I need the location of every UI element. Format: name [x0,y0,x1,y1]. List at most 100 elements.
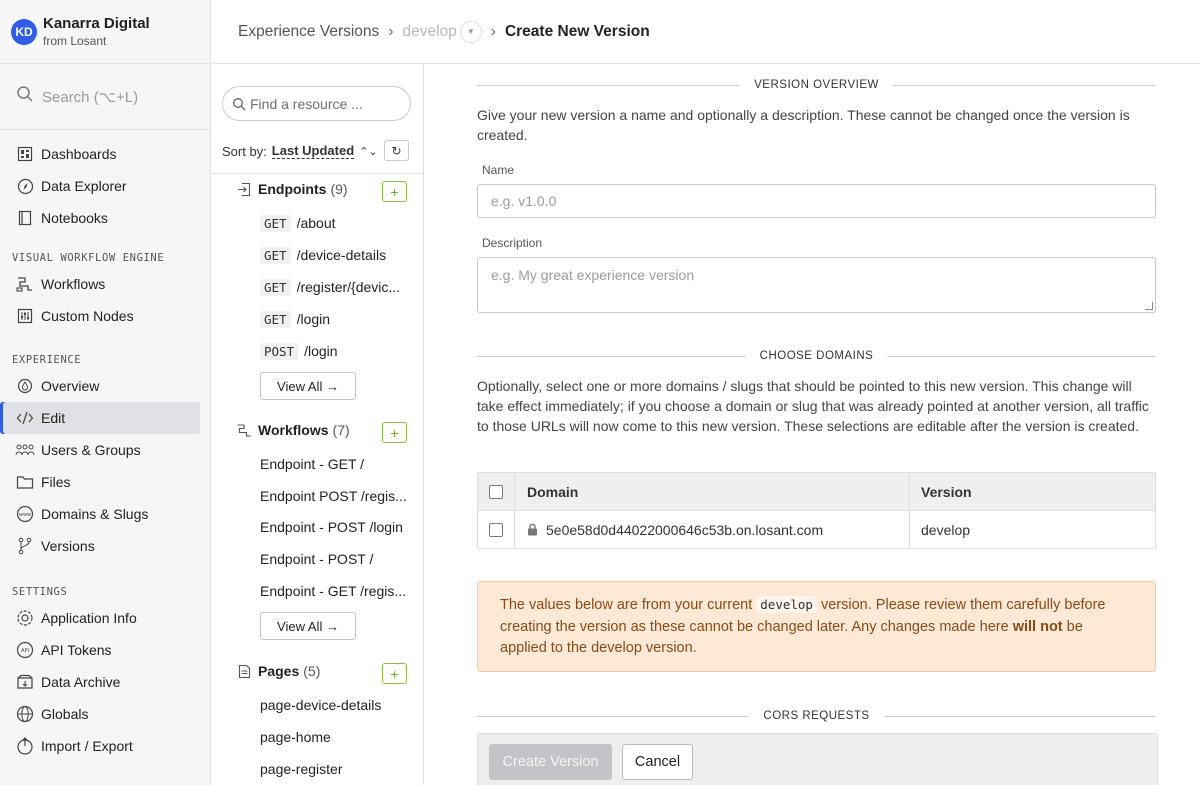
endpoint-item[interactable]: GET/register/{devic... [260,276,410,298]
endpoint-path: /login [296,311,331,327]
nav-item-import-export[interactable]: Import / Export [0,730,200,762]
section-pages[interactable]: Pages (5) [236,663,320,679]
nav-heading-settings: SETTINGS [12,586,68,598]
svg-text:API: API [21,648,29,654]
notebook-icon [15,209,35,227]
plus-icon: + [390,665,399,682]
nav-item-files[interactable]: Files [0,466,200,498]
section-count: (5) [303,663,321,679]
resource-search-input[interactable]: Find a resource ... [222,86,411,121]
nav-item-notebooks[interactable]: Notebooks [0,202,200,234]
workflow-item[interactable]: Endpoint - GET / [260,453,410,475]
sliders-icon [15,307,35,325]
nav-label: Files [41,474,71,490]
nav-item-api-tokens[interactable]: API API Tokens [0,634,200,666]
nav-item-custom-nodes[interactable]: Custom Nodes [0,300,200,332]
add-endpoint-button[interactable]: + [382,181,407,202]
warning-code: develop [756,596,817,613]
compass-icon [15,177,35,195]
workflow-item[interactable]: Endpoint POST /regis... [260,485,410,507]
nav-item-versions[interactable]: Versions [0,530,200,562]
page-item[interactable]: page-home [260,726,410,748]
section-endpoints[interactable]: Endpoints (9) [236,181,348,197]
dashboard-icon [15,145,35,163]
workflow-item[interactable]: Endpoint - GET /regis... [260,580,410,602]
refresh-button[interactable]: ↻ [384,140,409,161]
workflow-icon [15,275,35,293]
nav-item-edit[interactable]: Edit [0,402,200,434]
endpoint-item[interactable]: GET/about [260,212,410,234]
section-heading-text: VERSION OVERVIEW [754,79,879,91]
select-all-checkbox[interactable] [489,484,503,499]
nav-label: Import / Export [41,738,133,754]
description-textarea[interactable]: e.g. My great experience version [477,257,1156,313]
view-all-workflows-button[interactable]: View All → [260,612,356,640]
endpoint-item[interactable]: GET/login [260,308,410,330]
breadcrumb-current: Create New Version [504,22,650,40]
resize-handle-icon[interactable] [1145,302,1153,310]
sort-select[interactable]: Last Updated [271,143,355,159]
overview-description: Give your new version a name and optiona… [477,107,1130,143]
sort-control: Sort by: Last Updated ⌃⌄ ↻ [222,140,409,162]
search-icon [16,85,34,108]
nav-label: Globals [41,706,89,722]
workflow-item[interactable]: Endpoint - POST / [260,548,410,570]
row-checkbox[interactable] [489,522,503,537]
section-workflows[interactable]: Workflows (7) [236,422,350,438]
nav-item-domains-slugs[interactable]: www Domains & Slugs [0,498,200,530]
nav-item-globals[interactable]: Globals [0,698,200,730]
nav-item-users-groups[interactable]: Users & Groups [0,434,200,466]
nav-item-workflows[interactable]: Workflows [0,268,200,300]
divider [211,173,423,174]
nav-item-data-archive[interactable]: Data Archive [0,666,200,698]
lock-icon [527,523,538,536]
section-title: Pages [258,663,300,679]
breadcrumb-version[interactable]: develop [402,23,456,41]
org-name: Kanarra Digital [43,14,150,32]
nav-item-application-info[interactable]: Application Info [0,602,200,634]
form-actions: Create Version Cancel [477,733,1158,785]
method-badge: GET [260,310,291,328]
name-label: Name [482,163,515,177]
create-version-button[interactable]: Create Version [489,744,612,780]
global-search[interactable]: Search (⌥+L) [0,64,210,130]
nav-label: Dashboards [41,146,117,162]
method-badge: GET [260,214,291,232]
section-count: (9) [330,181,348,197]
sort-updown-icon[interactable]: ⌃⌄ [359,145,377,158]
section-count: (7) [332,422,350,438]
page-item[interactable]: page-device-details [260,694,410,716]
nav-heading-experience: EXPERIENCE [12,354,82,366]
method-badge: GET [260,278,291,296]
domain-value: 5e0e58d0d44022000646c53b.on.losant.com [546,521,824,538]
chevron-down-icon[interactable]: ▼ [459,20,482,43]
endpoint-item[interactable]: POST/login [260,340,410,362]
org-subtitle: from Losant [43,33,107,48]
workflow-icon [236,422,252,438]
page-icon [236,663,252,679]
view-all-endpoints-button[interactable]: View All → [260,372,356,400]
folder-icon [15,473,35,491]
nav-item-overview[interactable]: Overview [0,370,200,402]
globe-icon [15,705,35,723]
section-heading-cors: CORS REQUESTS [477,707,1156,725]
plus-icon: + [390,183,399,200]
warning-callout: The values below are from your current d… [477,581,1156,672]
add-workflow-button[interactable]: + [382,422,407,443]
column-header-version: Version [909,473,1155,510]
cancel-button[interactable]: Cancel [622,744,693,780]
nav-item-data-explorer[interactable]: Data Explorer [0,170,200,202]
code-edit-icon [15,409,35,427]
workflow-item[interactable]: Endpoint - POST /login [260,516,410,538]
nav-heading-vwe: VISUAL WORKFLOW ENGINE [12,252,165,264]
nav-item-dashboards[interactable]: Dashboards [0,138,200,170]
endpoint-path: /register/{devic... [296,279,401,295]
page-item[interactable]: page-register [260,758,410,780]
section-heading-text: CORS REQUESTS [763,710,870,722]
nav-label: API Tokens [41,642,112,658]
org-switcher[interactable]: KD Kanarra Digital from Losant [0,0,210,64]
breadcrumb-root[interactable]: Experience Versions [238,23,379,41]
endpoint-item[interactable]: GET/device-details [260,244,410,266]
name-input[interactable]: e.g. v1.0.0 [477,184,1156,218]
add-page-button[interactable]: + [382,663,407,684]
